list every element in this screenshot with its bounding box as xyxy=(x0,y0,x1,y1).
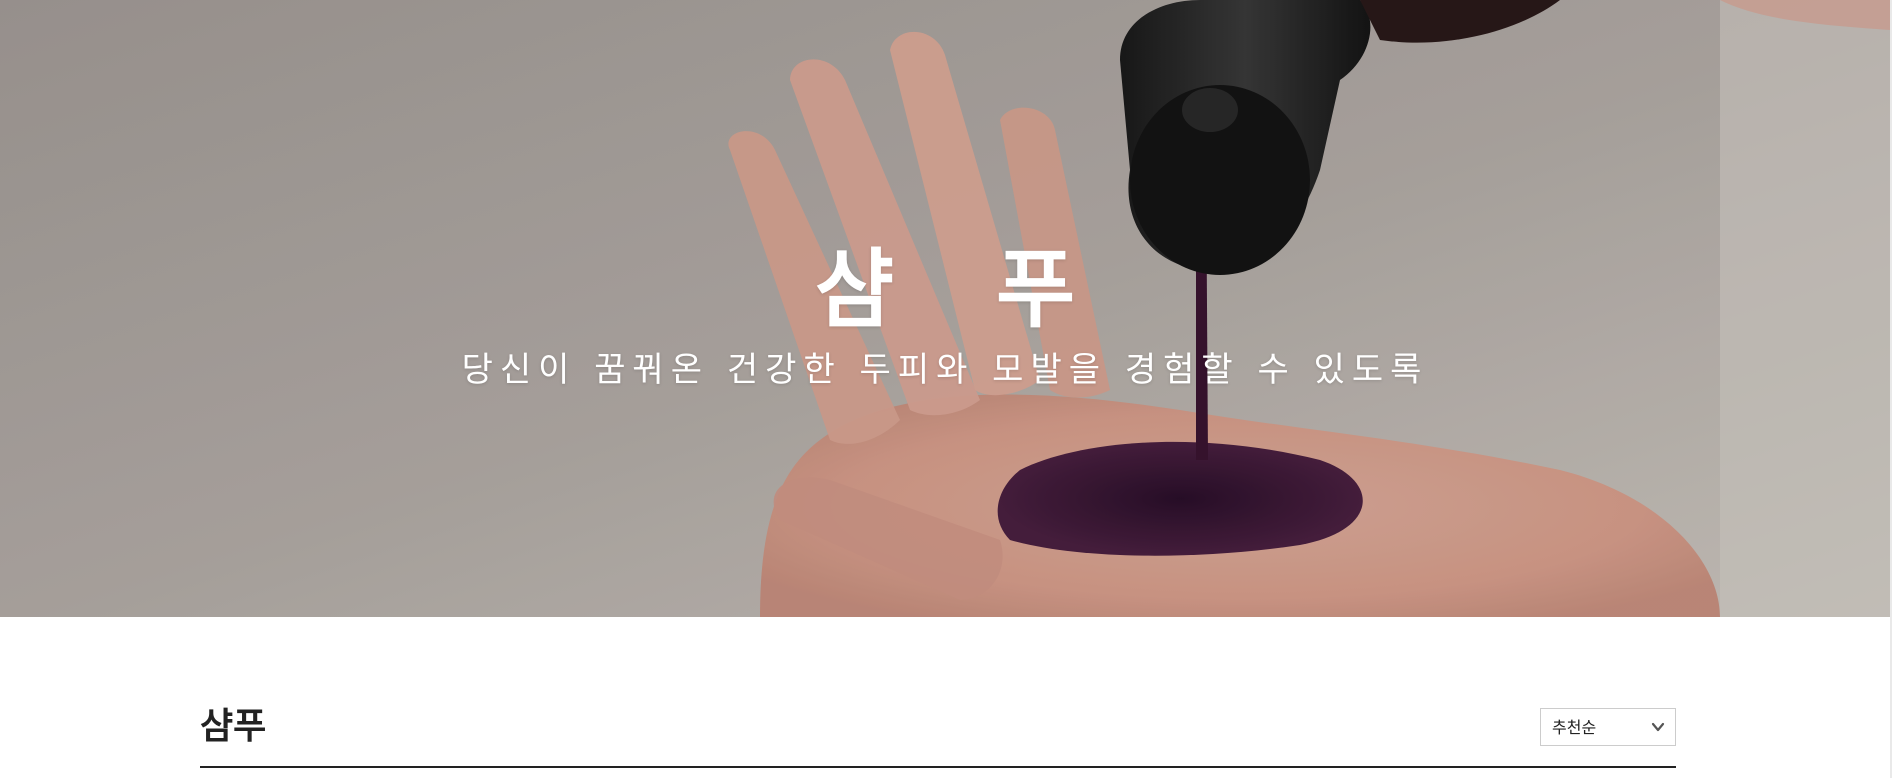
category-header: 샴푸 추천순 xyxy=(200,700,1676,768)
hero-title: 샴 푸 xyxy=(814,240,1112,340)
sort-selected-value: 추천순 xyxy=(1552,718,1597,737)
chevron-down-icon xyxy=(1651,722,1665,732)
category-title: 샴푸 xyxy=(200,706,267,747)
sort-dropdown[interactable]: 추천순 xyxy=(1540,708,1676,746)
hero-subtitle: 당신이 꿈꿔온 건강한 두피와 모발을 경험할 수 있도록 xyxy=(461,350,1429,390)
hero-banner: 샴 푸 당신이 꿈꿔온 건강한 두피와 모발을 경험할 수 있도록 xyxy=(0,0,1890,617)
